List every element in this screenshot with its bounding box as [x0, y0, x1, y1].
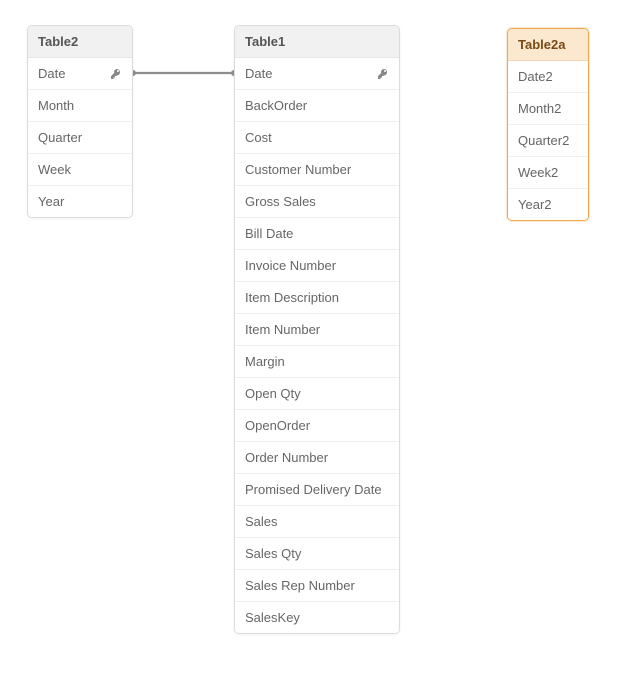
- field-label: Sales Qty: [245, 546, 389, 561]
- field-label: Month: [38, 98, 122, 113]
- field-row[interactable]: Gross Sales: [235, 186, 399, 218]
- field-row[interactable]: Date: [235, 58, 399, 90]
- table-title: Table2: [38, 34, 78, 49]
- field-label: Item Number: [245, 322, 389, 337]
- data-model-canvas[interactable]: Table2 Date Month Quarter Week Year Tabl…: [0, 0, 618, 695]
- field-row[interactable]: Margin: [235, 346, 399, 378]
- field-row[interactable]: Sales: [235, 506, 399, 538]
- table-table2[interactable]: Table2 Date Month Quarter Week Year: [27, 25, 133, 218]
- field-label: Sales: [245, 514, 389, 529]
- field-row[interactable]: Year2: [508, 189, 588, 220]
- field-row[interactable]: Month2: [508, 93, 588, 125]
- field-row[interactable]: Quarter2: [508, 125, 588, 157]
- field-label: Promised Delivery Date: [245, 482, 389, 497]
- field-row[interactable]: Item Number: [235, 314, 399, 346]
- field-label: Sales Rep Number: [245, 578, 389, 593]
- table-header[interactable]: Table2a: [508, 29, 588, 61]
- field-row[interactable]: Quarter: [28, 122, 132, 154]
- field-row[interactable]: Date: [28, 58, 132, 90]
- field-label: Quarter: [38, 130, 122, 145]
- field-label: Month2: [518, 101, 578, 116]
- field-label: Date2: [518, 69, 578, 84]
- field-label: Order Number: [245, 450, 389, 465]
- field-label: Date: [245, 66, 371, 81]
- key-icon: [377, 68, 389, 80]
- field-row[interactable]: OpenOrder: [235, 410, 399, 442]
- table-header[interactable]: Table2: [28, 26, 132, 58]
- field-label: Open Qty: [245, 386, 389, 401]
- field-label: Bill Date: [245, 226, 389, 241]
- field-row[interactable]: Sales Qty: [235, 538, 399, 570]
- field-row[interactable]: Week2: [508, 157, 588, 189]
- field-row[interactable]: Promised Delivery Date: [235, 474, 399, 506]
- field-row[interactable]: Customer Number: [235, 154, 399, 186]
- field-label: Gross Sales: [245, 194, 389, 209]
- table-table2a[interactable]: Table2a Date2 Month2 Quarter2 Week2 Year…: [507, 28, 589, 221]
- field-label: Date: [38, 66, 104, 81]
- field-label: Week2: [518, 165, 578, 180]
- field-label: Year: [38, 194, 122, 209]
- field-row[interactable]: SalesKey: [235, 602, 399, 633]
- field-row[interactable]: Order Number: [235, 442, 399, 474]
- field-label: Invoice Number: [245, 258, 389, 273]
- table-title: Table2a: [518, 37, 565, 52]
- field-label: Item Description: [245, 290, 389, 305]
- key-icon: [110, 68, 122, 80]
- field-row[interactable]: Open Qty: [235, 378, 399, 410]
- field-label: Quarter2: [518, 133, 578, 148]
- field-label: BackOrder: [245, 98, 389, 113]
- field-row[interactable]: Year: [28, 186, 132, 217]
- field-row[interactable]: Cost: [235, 122, 399, 154]
- field-label: Cost: [245, 130, 389, 145]
- field-row[interactable]: Date2: [508, 61, 588, 93]
- field-row[interactable]: Invoice Number: [235, 250, 399, 282]
- field-row[interactable]: Month: [28, 90, 132, 122]
- field-label: Week: [38, 162, 122, 177]
- field-row[interactable]: Item Description: [235, 282, 399, 314]
- field-row[interactable]: Week: [28, 154, 132, 186]
- field-label: SalesKey: [245, 610, 389, 625]
- field-row[interactable]: Bill Date: [235, 218, 399, 250]
- field-label: OpenOrder: [245, 418, 389, 433]
- field-row[interactable]: BackOrder: [235, 90, 399, 122]
- table-header[interactable]: Table1: [235, 26, 399, 58]
- table-table1[interactable]: Table1 Date BackOrder Cost Customer Numb…: [234, 25, 400, 634]
- field-label: Year2: [518, 197, 578, 212]
- field-row[interactable]: Sales Rep Number: [235, 570, 399, 602]
- field-label: Margin: [245, 354, 389, 369]
- table-title: Table1: [245, 34, 285, 49]
- field-label: Customer Number: [245, 162, 389, 177]
